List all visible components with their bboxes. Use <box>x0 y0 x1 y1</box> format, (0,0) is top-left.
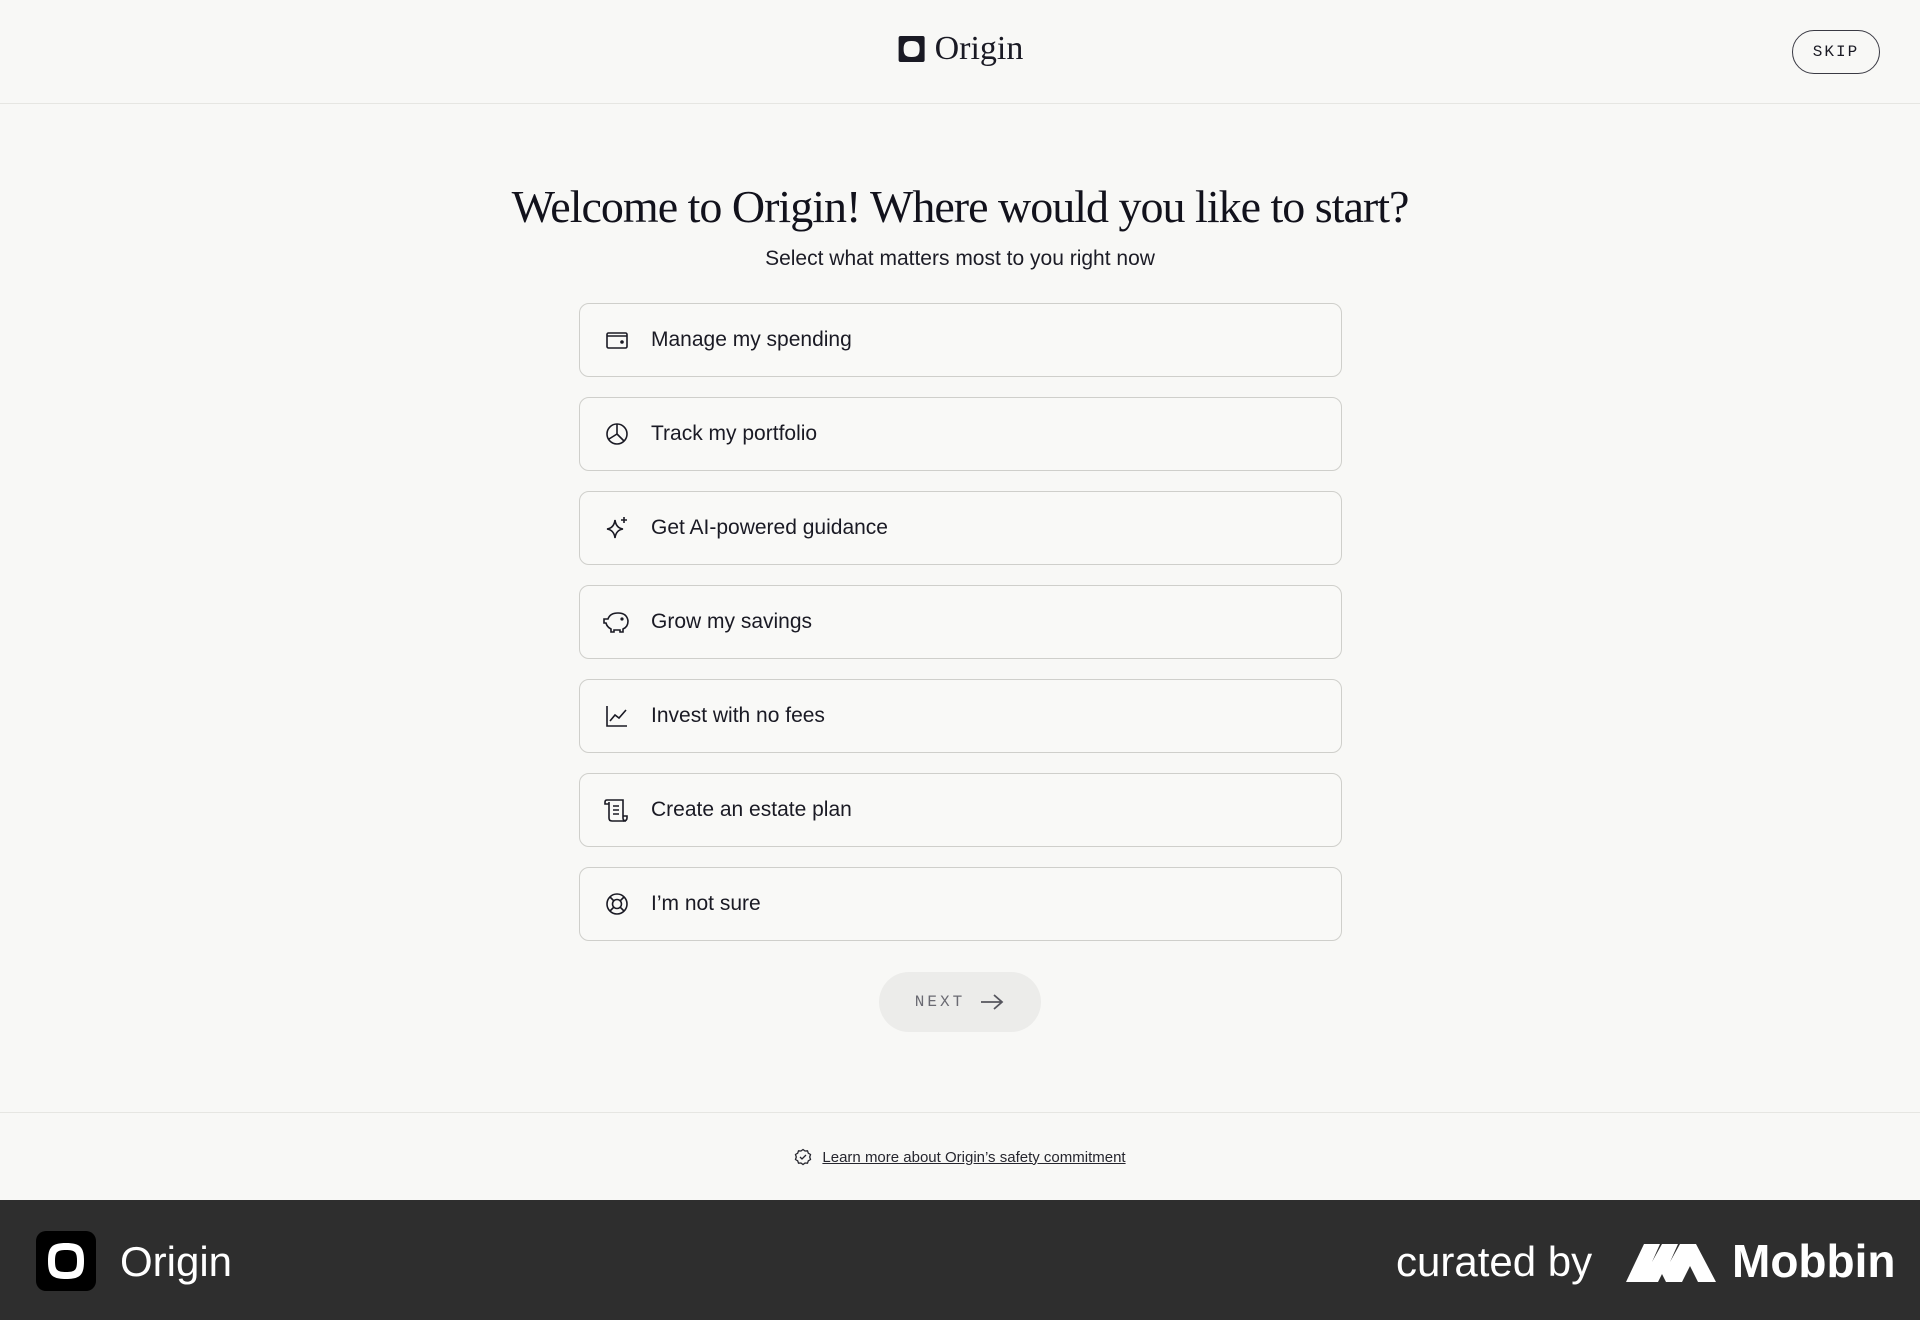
top-bar: Origin SKIP <box>0 0 1920 104</box>
option-label: Manage my spending <box>651 328 852 351</box>
scroll-icon <box>602 795 632 825</box>
watermark-app-name: Origin <box>120 1238 233 1285</box>
brand-logo[interactable]: Origin <box>897 30 1024 68</box>
mobbin-watermark: Origin curated by Mobbin <box>0 1200 1920 1320</box>
option-manage-spending[interactable]: Manage my spending <box>579 303 1342 377</box>
skip-button[interactable]: SKIP <box>1792 30 1880 74</box>
line-chart-icon <box>602 701 632 731</box>
option-label: I’m not sure <box>651 892 761 915</box>
verified-badge-icon <box>795 1148 812 1166</box>
option-estate-plan[interactable]: Create an estate plan <box>579 773 1342 847</box>
page-subtitle: Select what matters most to you right no… <box>765 247 1155 270</box>
option-list: Manage my spending Track my portfolio Ge… <box>579 303 1342 961</box>
sparkle-icon <box>602 513 632 543</box>
brand-name: Origin <box>934 30 1024 67</box>
mobbin-name: Mobbin <box>1732 1235 1896 1287</box>
next-button[interactable]: NEXT <box>879 972 1041 1032</box>
option-not-sure[interactable]: I’m not sure <box>579 867 1342 941</box>
option-grow-savings[interactable]: Grow my savings <box>579 585 1342 659</box>
page-title: Welcome to Origin! Where would you like … <box>511 181 1410 232</box>
option-label: Create an estate plan <box>651 798 852 821</box>
origin-logo-icon <box>898 36 925 62</box>
option-invest-no-fees[interactable]: Invest with no fees <box>579 679 1342 753</box>
piggy-bank-icon <box>602 607 632 637</box>
footer: Learn more about Origin’s safety commitm… <box>0 1112 1920 1200</box>
lifebuoy-icon <box>602 889 632 919</box>
safety-commitment: Learn more about Origin’s safety commitm… <box>0 1148 1920 1166</box>
wallet-icon <box>602 325 632 355</box>
origin-app-icon <box>36 1231 96 1291</box>
option-label: Grow my savings <box>651 610 813 633</box>
safety-link[interactable]: Learn more about Origin’s safety commitm… <box>822 1149 1125 1166</box>
option-track-portfolio[interactable]: Track my portfolio <box>579 397 1342 471</box>
option-ai-guidance[interactable]: Get AI-powered guidance <box>579 491 1342 565</box>
arrow-right-icon <box>981 994 1004 1010</box>
option-label: Get AI-powered guidance <box>651 516 888 539</box>
pie-chart-icon <box>602 419 632 449</box>
option-label: Invest with no fees <box>651 704 825 727</box>
option-label: Track my portfolio <box>651 422 818 445</box>
curated-by-text: curated by <box>1396 1238 1593 1285</box>
next-label: NEXT <box>914 993 966 1011</box>
mobbin-logo-icon <box>1626 1244 1716 1282</box>
